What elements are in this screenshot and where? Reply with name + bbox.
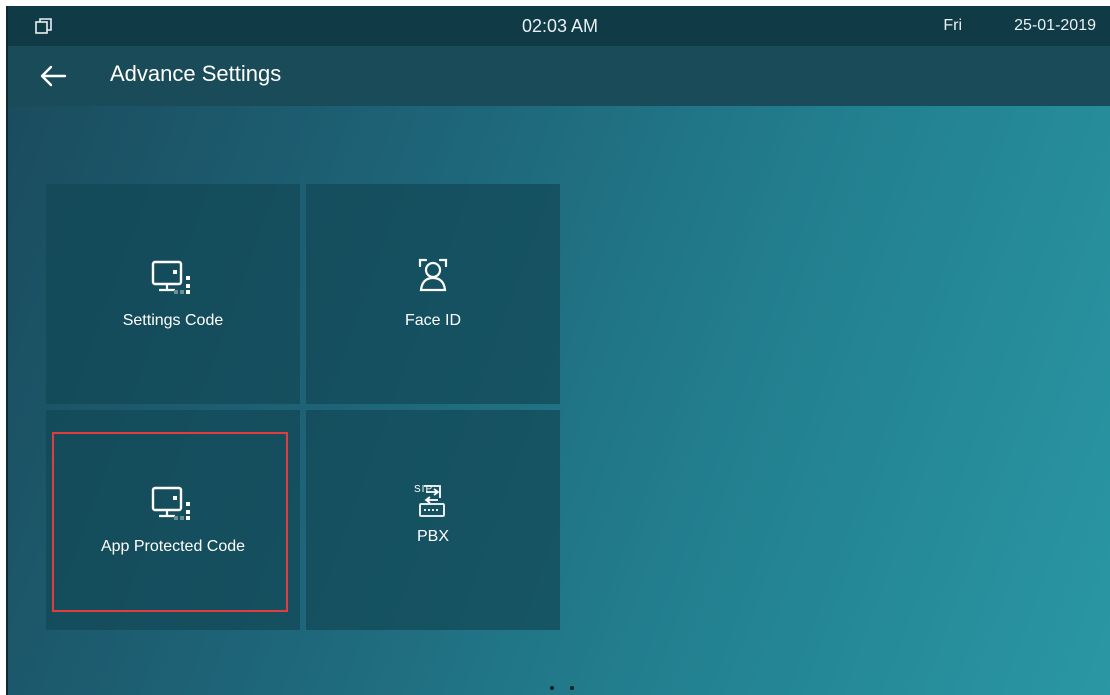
face-scan-icon: [418, 258, 448, 292]
monitor-qr-icon: [151, 486, 190, 520]
status-day: Fri: [943, 17, 962, 34]
pbx-tile[interactable]: SIP PBX: [306, 410, 560, 630]
sip-label: SIP: [414, 484, 434, 495]
face-id-tile[interactable]: Face ID: [306, 184, 560, 404]
page-dot[interactable]: [570, 686, 574, 690]
device-screen: 02:03 AM Fri 25-01-2019 Advance Settings: [6, 6, 1110, 695]
arrow-left-icon[interactable]: [38, 63, 68, 89]
tile-label: PBX: [416, 528, 449, 545]
sip-pbx-icon: [419, 485, 445, 517]
app-protected-code-tile[interactable]: App Protected Code: [46, 410, 300, 630]
settings-code-tile[interactable]: Settings Code: [46, 184, 300, 404]
monitor-qr-icon: [151, 260, 190, 294]
page-header: Advance Settings: [8, 46, 1110, 106]
tile-label: App Protected Code: [100, 538, 246, 555]
status-bar: 02:03 AM Fri 25-01-2019: [8, 6, 1110, 46]
tile-label: Settings Code: [122, 312, 224, 329]
page-title: Advance Settings: [110, 61, 282, 86]
sip-pbx-icon: SIP: [306, 460, 560, 530]
highlight-box: [52, 432, 288, 612]
status-date: 25-01-2019: [1014, 17, 1096, 34]
settings-grid: Settings Code Face ID App Protected Code…: [46, 184, 566, 634]
page-dot[interactable]: [550, 686, 554, 690]
tile-label: Face ID: [404, 312, 461, 329]
page-indicator: [546, 686, 586, 694]
